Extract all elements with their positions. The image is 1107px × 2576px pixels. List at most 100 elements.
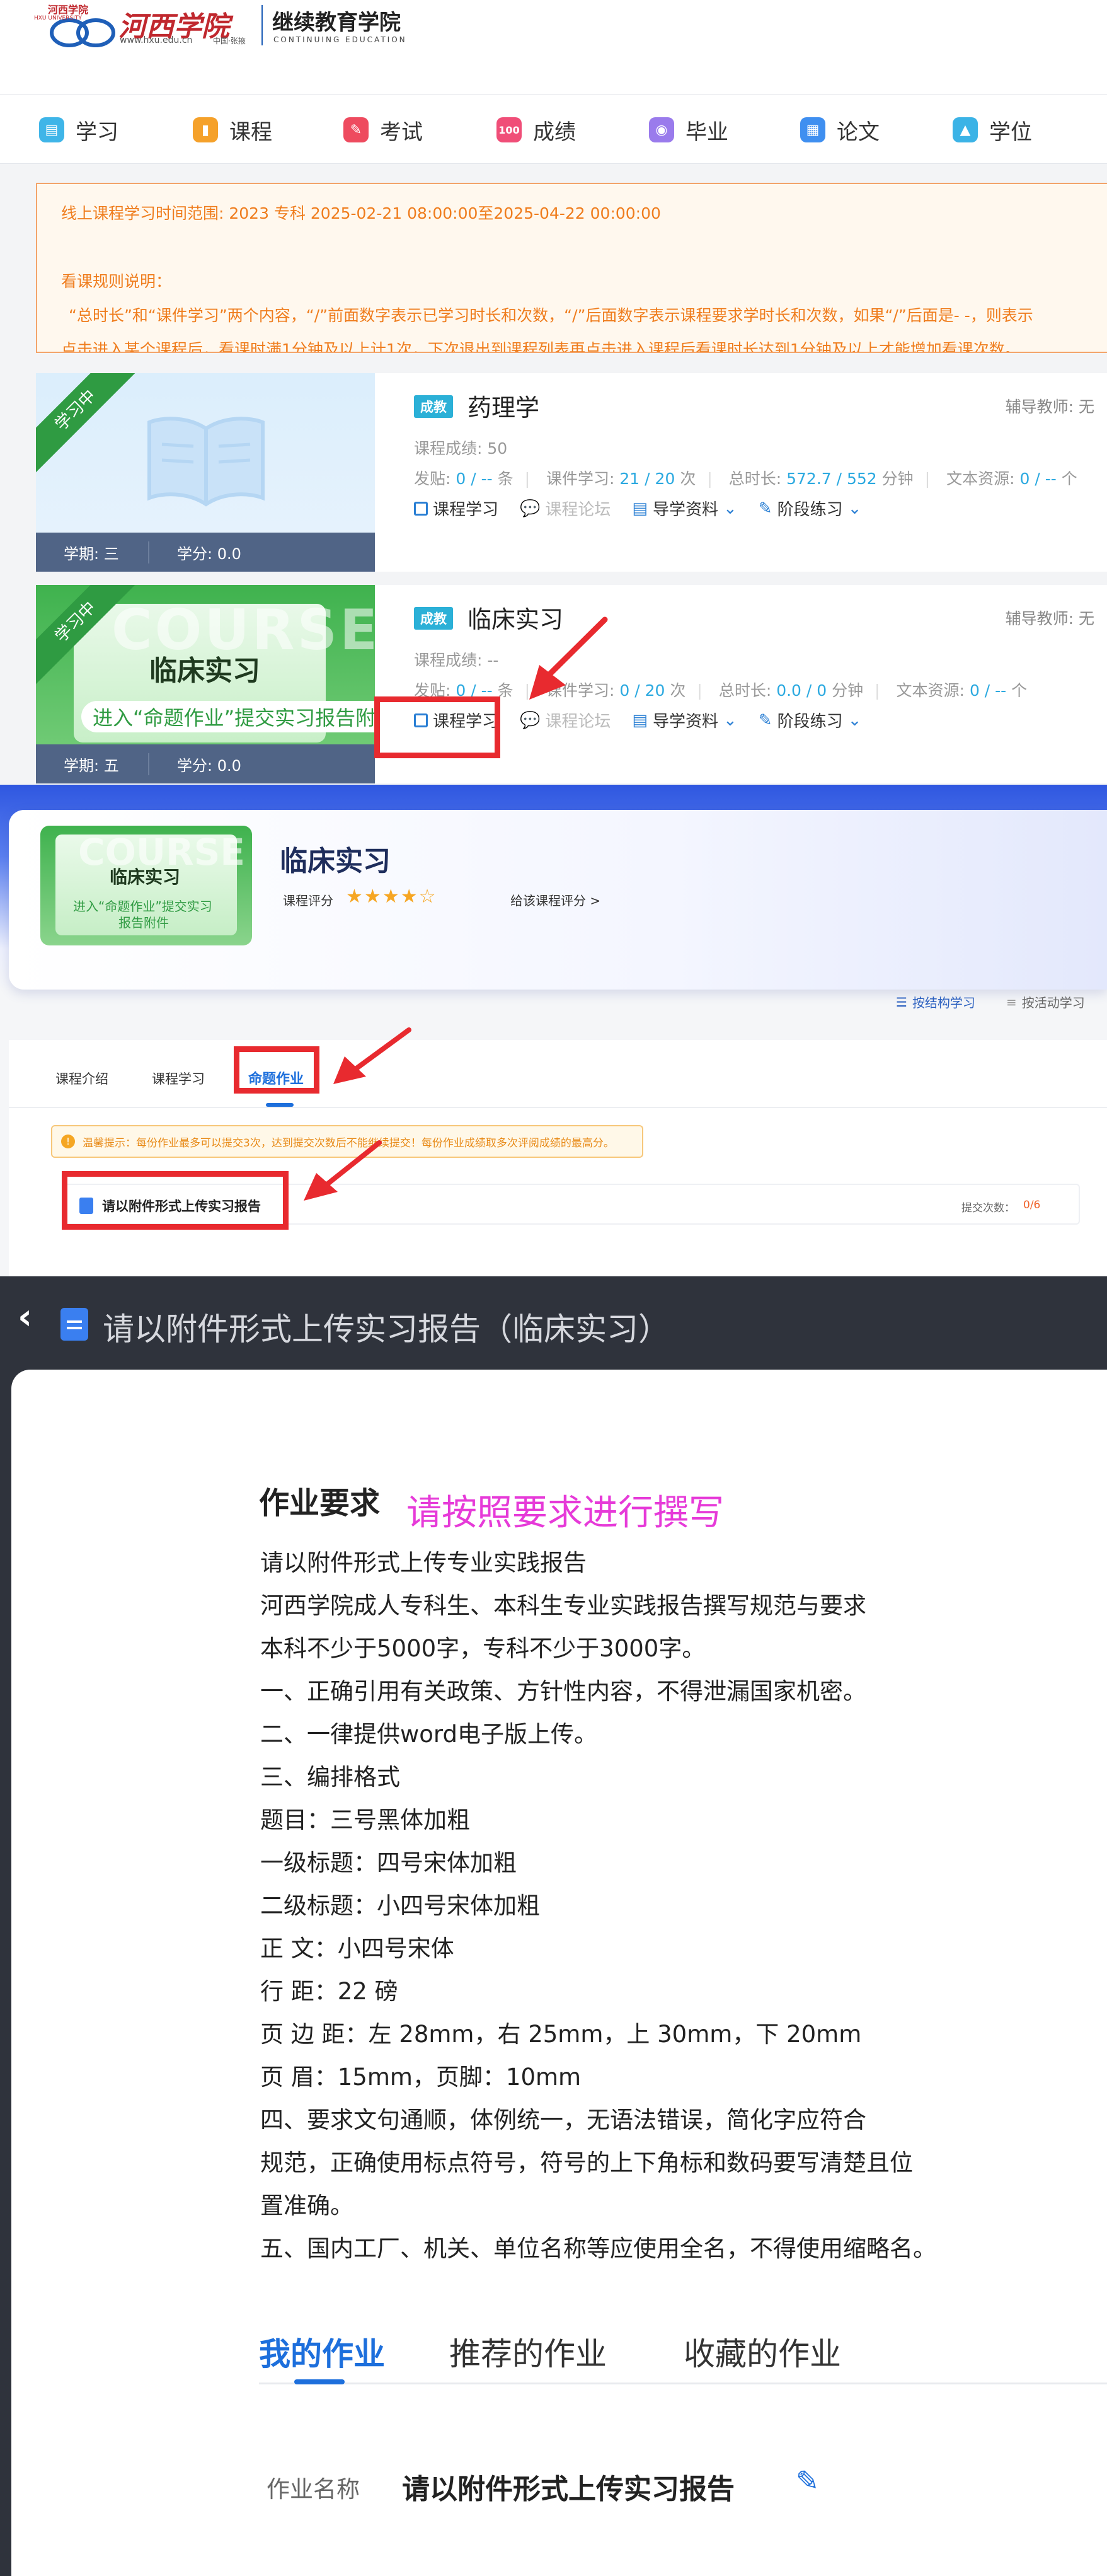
star-icon: ★ <box>400 886 419 908</box>
course-guide-dropdown[interactable]: ▤ 导学资料 ⌄ <box>632 708 737 732</box>
course-cover: COURSE 临床实习 进入“命题作业”提交实习 报告附件 <box>40 826 252 945</box>
annotation-arrow-icon <box>304 1140 382 1201</box>
thumb-title: 临床实习 <box>149 655 260 687</box>
course-forum-button[interactable]: 💬 课程论坛 <box>520 497 611 520</box>
status-ribbon: 学习中 <box>36 373 138 473</box>
notice-rule-1: “总时长”和“课件学习”两个内容，“/”前面数字表示已学习时长和次数，“/”后面… <box>69 306 1033 325</box>
course-type-badge: 成教 <box>414 607 453 630</box>
course-practice-dropdown[interactable]: ✎ 阶段练习 ⌄ <box>759 497 862 520</box>
course-practice-dropdown[interactable]: ✎ 阶段练习 ⌄ <box>759 708 862 732</box>
nav-item-score[interactable]: 100 成绩 <box>496 112 576 147</box>
rate-course-link[interactable]: 给该课程评分 > <box>510 891 600 909</box>
active-tab-indicator <box>294 2379 345 2384</box>
school-logo[interactable]: 河西学院 HXU UNIVERSITY 河西学院 www.hxu.edu.cn … <box>25 0 428 50</box>
stat-label: 总时长: <box>718 681 772 700</box>
main-nav: ▤ 学习 ▮ 课程 ✎ 考试 100 成绩 ◉ 毕业 ▦ 论文 ▲ 学位 <box>0 95 1107 164</box>
homework-name-label: 作业名称 <box>267 2476 360 2503</box>
nav-label: 考试 <box>380 119 423 145</box>
stat-label: 总时长: <box>728 470 782 488</box>
button-label: 导学资料 <box>652 500 718 519</box>
annotation-arrow-icon <box>333 1027 411 1084</box>
tab-favorite-homework[interactable]: 收藏的作业 <box>684 2329 841 2374</box>
homework-tabs: 我的作业 推荐的作业 收藏的作业 <box>259 2321 1107 2384</box>
assignment-top-bar: ‹ 请以附件形式上传实习报告（临床实习） <box>0 1276 1107 1370</box>
annotation-highlight-box <box>374 696 500 758</box>
nav-item-thesis[interactable]: ▦ 论文 <box>800 112 880 147</box>
course-tab-panel: 课程介绍 课程学习 命题作业 ! 温馨提示：每份作业最多可以提交3次，达到提交次… <box>9 1027 1107 1276</box>
book-open-icon: ▤ <box>39 117 64 142</box>
notice-rules-title: 看课规则说明： <box>61 272 172 291</box>
course-credit: 学分: 0.0 <box>177 545 241 563</box>
course-title[interactable]: 药理学 <box>467 388 539 423</box>
active-tab-indicator <box>266 1103 294 1107</box>
nav-item-graduation[interactable]: ◉ 毕业 <box>649 112 728 147</box>
star-icon: ★ <box>382 886 401 908</box>
requirement-line: 二级标题：小四号宋体加粗 <box>260 1892 540 1919</box>
score-100-icon: 100 <box>496 117 522 142</box>
stat-value: 21 / 20 <box>619 470 675 488</box>
view-by-activity-button[interactable]: ≡ 按活动学习 <box>1006 993 1085 1011</box>
requirement-line: 请以附件形式上传专业实践报告 <box>260 1549 587 1576</box>
course-thumbnail[interactable]: COURSE 临床实习 进入“命题作业”提交实习报告附件 学习中 学期: 五 学… <box>36 585 375 783</box>
course-thumbnail[interactable]: 学习中 学期: 三 学分: 0.0 <box>36 373 375 572</box>
notice-rule-2: 点击进入某个课程后，看课时满1分钟及以上计1次，下次退出到课程列表再点击进入课程… <box>61 340 1021 353</box>
stat-label: 课件学习: <box>546 470 615 488</box>
back-chevron-icon[interactable]: ‹ <box>18 1297 32 1337</box>
course-meta-bar: 学期: 三 学分: 0.0 <box>36 533 375 572</box>
graduation-icon: ◉ <box>649 117 674 142</box>
course-page-title: 临床实习 <box>280 845 391 877</box>
edit-icon[interactable]: ✎ <box>796 2465 819 2497</box>
tab-recommended-homework[interactable]: 推荐的作业 <box>449 2329 607 2374</box>
requirement-line: 二、一律提供word电子版上传。 <box>260 1721 597 1748</box>
book-placeholder-icon <box>147 417 265 507</box>
requirement-line: 一、正确引用有关政策、方针性内容，不得泄漏国家机密。 <box>260 1678 866 1705</box>
nav-item-exam[interactable]: ✎ 考试 <box>343 112 423 147</box>
button-label: 阶段练习 <box>777 500 843 519</box>
edit-icon: ✎ <box>758 710 772 730</box>
tab-my-homework[interactable]: 我的作业 <box>259 2329 385 2374</box>
course-info: 成教 药理学 辅导教师: 无 课程成绩: 50 发贴: 0 / -- 条 | 课件… <box>382 373 1107 572</box>
course-guide-dropdown[interactable]: ▤ 导学资料 ⌄ <box>632 497 737 520</box>
list-icon: ☰ <box>896 994 907 1010</box>
course-forum-button[interactable]: 💬 课程论坛 <box>520 708 611 732</box>
button-label: 课程学习 <box>433 500 499 519</box>
degree-cap-icon: ▲ <box>953 117 978 142</box>
stat-unit: 分钟 <box>832 681 864 700</box>
nav-item-course[interactable]: ▮ 课程 <box>193 112 272 147</box>
stat-unit: 次 <box>680 470 696 488</box>
requirement-line: 页 眉：15mm，页脚：10mm <box>260 2064 582 2091</box>
nav-label: 毕业 <box>685 119 728 145</box>
course-tutor: 辅导教师: 无 <box>1005 398 1094 416</box>
folder-icon: ▤ <box>632 710 648 730</box>
homework-name-value: 请以附件形式上传实习报告 <box>402 2473 735 2505</box>
school-location: 中国·张掖 <box>213 37 246 45</box>
course-study-button[interactable]: 课程学习 <box>414 497 498 520</box>
stat-value: 0 / 20 <box>619 681 665 700</box>
cover-subtitle-2: 报告附件 <box>118 915 169 930</box>
nav-item-study[interactable]: ▤ 学习 <box>39 112 118 147</box>
button-label: 按活动学习 <box>1021 995 1085 1010</box>
requirement-line: 四、要求文句通顺，体例统一，无语法错误，简化字应符合 <box>260 2106 866 2134</box>
course-card: 学习中 学期: 三 学分: 0.0 成教 药理学 辅导教师: 无 课程成绩: 5… <box>36 373 1107 572</box>
tab-course-study[interactable]: 课程学习 <box>152 1069 205 1088</box>
requirement-line: 五、国内工厂、机关、单位名称等应使用全名，不得使用缩略名。 <box>260 2235 936 2262</box>
course-list-screen: 河西学院 HXU UNIVERSITY 河西学院 www.hxu.edu.cn … <box>0 0 1107 785</box>
stat-unit: 条 <box>497 470 513 488</box>
requirement-line: 题目：三号黑体加粗 <box>260 1806 470 1834</box>
requirement-line: 置准确。 <box>260 2192 353 2219</box>
requirement-line: 规范，正确使用标点符号，符号的上下角标和数码要写清楚且位 <box>260 2149 913 2176</box>
course-tabs: 课程介绍 课程学习 命题作业 <box>9 1040 1107 1108</box>
stat-value: 0.0 / 0 <box>776 681 827 700</box>
nav-item-degree[interactable]: ▲ 学位 <box>953 112 1032 147</box>
tab-course-intro[interactable]: 课程介绍 <box>55 1069 108 1088</box>
course-term: 学期: 三 <box>36 541 149 563</box>
paper-doc-icon: ▦ <box>800 117 825 142</box>
requirement-line: 本科不少于5000字，专科不少于3000字。 <box>260 1635 706 1662</box>
view-by-structure-button[interactable]: ☰ 按结构学习 <box>896 993 975 1011</box>
course-banner: COURSE 临床实习 进入“命题作业”提交实习 报告附件 临床实习 课程评分 … <box>0 785 1107 990</box>
assignment-detail-screen: ‹ 请以附件形式上传实习报告（临床实习） 作业要求 请按照要求进行撰写 请以附件… <box>0 1276 1107 2576</box>
stat-unit: 次 <box>670 681 686 700</box>
chevron-down-icon: ⌄ <box>847 710 862 730</box>
requirement-line: 正 文：小四号宋体 <box>260 1935 454 1962</box>
stat-label: 文本资源: <box>896 681 965 700</box>
